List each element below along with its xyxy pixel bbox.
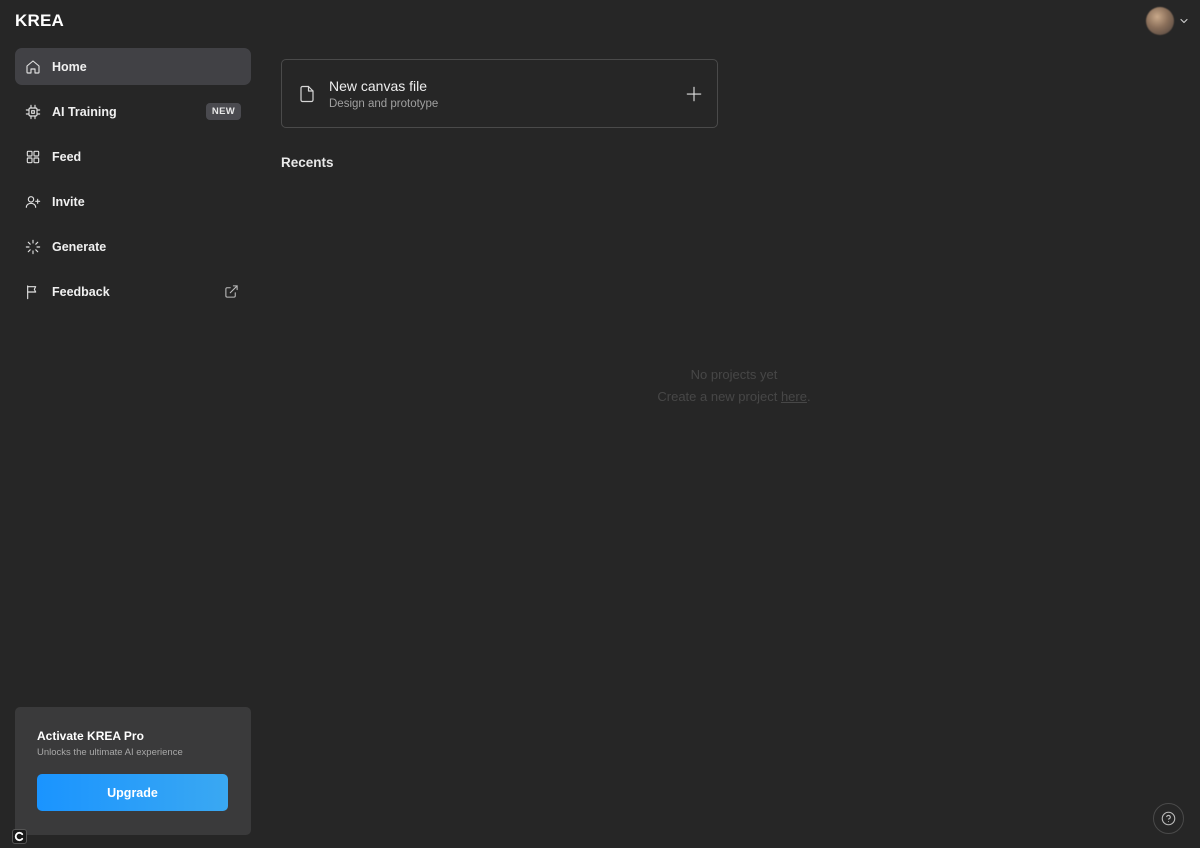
empty-hint-text: Create a new project	[657, 389, 781, 404]
help-button[interactable]	[1153, 803, 1184, 834]
empty-state: No projects yet Create a new project her…	[534, 364, 934, 408]
cpu-icon	[25, 104, 41, 120]
sidebar-item-label: Home	[52, 59, 87, 74]
pro-card-subtitle: Unlocks the ultimate AI experience	[37, 747, 183, 758]
extension-icon[interactable]	[12, 829, 27, 844]
new-canvas-subtitle: Design and prototype	[329, 97, 439, 110]
new-canvas-text: New canvas file Design and prototype	[329, 78, 685, 110]
empty-state-title: No projects yet	[690, 367, 778, 382]
flag-icon	[25, 284, 41, 300]
sidebar-item-feed[interactable]: Feed	[15, 138, 251, 175]
upgrade-button[interactable]: Upgrade	[37, 774, 228, 811]
grid-icon	[25, 149, 41, 165]
sidebar-item-label: Invite	[52, 194, 85, 209]
chevron-down-icon	[1180, 18, 1188, 24]
empty-hint-suffix: .	[806, 389, 811, 404]
pro-upgrade-card: Activate KREA Pro Unlocks the ultimate A…	[15, 707, 251, 835]
empty-state-hint: Create a new project here.	[534, 386, 934, 408]
pro-card-title: Activate KREA Pro	[37, 729, 144, 743]
sidebar-item-home[interactable]: Home	[15, 48, 251, 85]
sidebar-item-label: Feed	[52, 149, 82, 164]
sidebar-item-label: Feedback	[52, 284, 110, 299]
new-badge: NEW	[205, 103, 241, 120]
plus-icon	[686, 86, 702, 101]
new-canvas-file-card[interactable]: New canvas file Design and prototype	[281, 59, 718, 128]
help-icon	[1161, 811, 1176, 826]
app-root: KREA Home AI Training NEW Feed Invite Ge…	[0, 0, 1200, 848]
external-link-icon	[225, 285, 238, 298]
home-icon	[25, 59, 41, 75]
krea-logo[interactable]: KREA	[15, 11, 64, 31]
sidebar-item-ai-training[interactable]: AI Training NEW	[15, 93, 251, 130]
user-plus-icon	[25, 194, 41, 210]
account-menu[interactable]	[1146, 7, 1190, 35]
sidebar-item-label: AI Training	[52, 104, 117, 119]
sidebar-item-invite[interactable]: Invite	[15, 183, 251, 220]
new-canvas-title: New canvas file	[329, 77, 428, 94]
recents-heading: Recents	[281, 155, 334, 170]
create-project-link[interactable]: here	[781, 389, 807, 404]
file-icon	[300, 85, 314, 102]
user-avatar[interactable]	[1146, 7, 1174, 35]
sidebar-item-label: Generate	[52, 239, 107, 254]
sidebar: Home AI Training NEW Feed Invite Generat…	[15, 48, 251, 318]
sidebar-item-generate[interactable]: Generate	[15, 228, 251, 265]
loader-icon	[25, 239, 41, 255]
sidebar-item-feedback[interactable]: Feedback	[15, 273, 251, 310]
